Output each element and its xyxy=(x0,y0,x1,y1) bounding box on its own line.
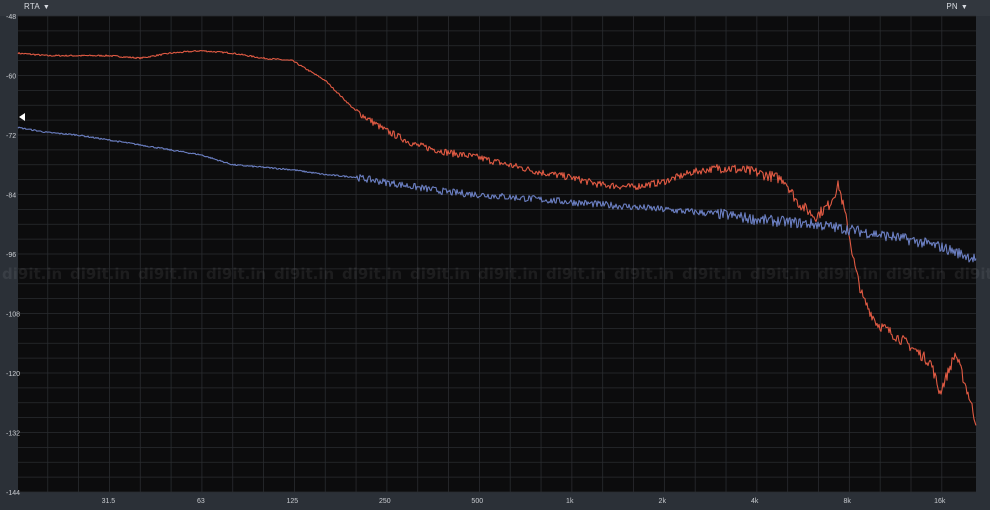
y-axis: -48 -60 -72 -84 -96 -108 -120 -132 -144 xyxy=(6,14,20,497)
watermark-text: di9it.in xyxy=(682,265,742,283)
watermark-text: di9it.in xyxy=(886,265,946,283)
y-tick-label: -132 xyxy=(6,431,20,438)
x-tick-label: 8k xyxy=(844,498,852,505)
watermark-text: di9it.in xyxy=(478,265,538,283)
x-tick-label: 125 xyxy=(286,498,298,505)
watermark-text: di9it.in xyxy=(954,265,990,283)
y-tick-label: -108 xyxy=(6,312,20,319)
y-tick-label: -144 xyxy=(6,490,20,497)
x-tick-label: 500 xyxy=(471,498,483,505)
x-tick-label: 16k xyxy=(934,498,946,505)
watermark-text: di9it.in xyxy=(70,265,130,283)
x-tick-label: 4k xyxy=(751,498,759,505)
watermark-text: di9it.in xyxy=(138,265,198,283)
x-tick-label: 63 xyxy=(197,498,205,505)
watermark-text: di9it.in xyxy=(546,265,606,283)
watermark-text: di9it.in xyxy=(342,265,402,283)
watermark-text: di9it.in xyxy=(818,265,878,283)
x-tick-label: 2k xyxy=(659,498,667,505)
spectrum-chart: di9it.in di9it.in di9it.in di9it.in di9it.in… xyxy=(2,14,990,505)
watermark-text: di9it.in xyxy=(614,265,674,283)
y-tick-label: -84 xyxy=(6,193,16,200)
watermark-text: di9it.in xyxy=(2,265,62,283)
watermark-text: di9it.in xyxy=(206,265,266,283)
watermark-text: di9it.in xyxy=(410,265,470,283)
y-tick-label: -120 xyxy=(6,371,20,378)
y-tick-label: -96 xyxy=(6,252,16,259)
y-tick-label: -48 xyxy=(6,14,16,21)
y-tick-label: -60 xyxy=(6,74,16,81)
watermark-text: di9it.in xyxy=(274,265,334,283)
x-axis: 31.5 63 125 250 500 1k 2k 4k 8k 16k xyxy=(102,498,946,505)
watermark-text: di9it.in xyxy=(750,265,810,283)
x-tick-label: 31.5 xyxy=(102,498,116,505)
y-tick-label: -72 xyxy=(6,133,16,140)
x-tick-label: 250 xyxy=(379,498,391,505)
rta-window: RTA ▼ PN ▼ di9it.in di9it.in di9it.in di9it.i… xyxy=(0,0,990,510)
x-tick-label: 1k xyxy=(566,498,574,505)
watermark-row: di9it.in di9it.in di9it.in di9it.in di9it.in… xyxy=(2,265,990,283)
